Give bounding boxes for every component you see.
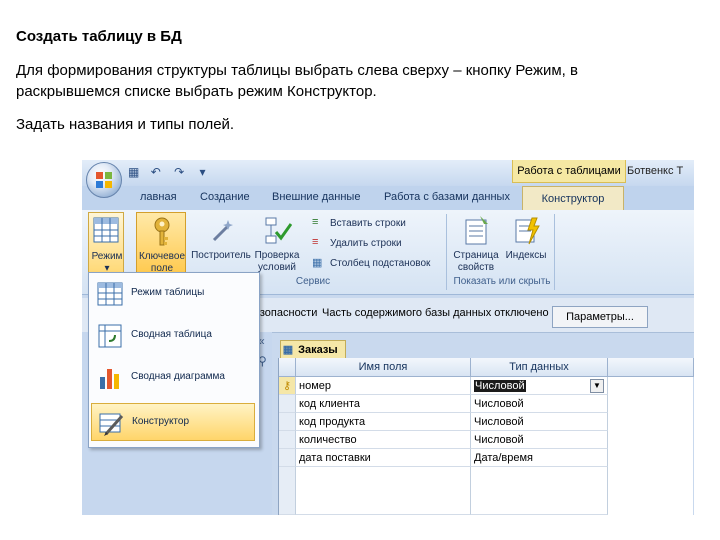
tab-design[interactable]: Конструктор [522, 186, 624, 211]
property-sheet-icon [465, 216, 488, 245]
view-mode-menu: Режим таблицы Сводная таблица Сводная ди… [88, 272, 260, 448]
access-screenshot: ▦ ↶ ↷ ▾ Работа с таблицами Ботвенкс Т ла… [82, 160, 694, 515]
row-selector[interactable] [279, 413, 296, 431]
delete-rows-icon: ≡ [312, 236, 319, 248]
data-type-cell[interactable]: Числовой ▼ [471, 377, 608, 395]
property-sheet-label-2: свойств [457, 262, 495, 273]
pivot-table-icon [98, 324, 122, 348]
column-header-description [608, 358, 694, 377]
window-title-fragment: Ботвенкс Т [627, 165, 684, 177]
insert-rows-label: Вставить строки [330, 218, 406, 229]
row-selector-header [279, 358, 296, 377]
table-tab-label: Заказы [298, 344, 338, 356]
row-selector[interactable] [279, 449, 296, 467]
ribbon-separator [446, 214, 447, 290]
data-type-cell[interactable]: Числовой [471, 431, 608, 449]
data-type-cell-empty[interactable] [471, 467, 608, 515]
field-name-cell-empty[interactable] [296, 467, 471, 515]
data-type-cell[interactable]: Числовой [471, 395, 608, 413]
validation-label-2: условий [258, 262, 296, 273]
context-tab-group-label: Работа с таблицами [512, 160, 626, 183]
insert-rows-icon: ≡ [312, 216, 319, 228]
field-name-cell[interactable]: номер [296, 377, 471, 395]
pivot-chart-icon [100, 369, 119, 389]
property-sheet-label-1: Страница [453, 250, 499, 261]
redo-icon[interactable]: ↷ [174, 165, 184, 179]
datasheet-icon [93, 217, 119, 243]
row-selector[interactable] [279, 431, 296, 449]
property-sheet-button[interactable]: Страница свойств [452, 212, 500, 276]
chevron-down-icon[interactable]: ▼ [590, 379, 604, 393]
key-field-label-1: Ключевое [138, 251, 186, 262]
data-type-cell[interactable]: Дата/время [471, 449, 608, 467]
quick-access-toolbar: ▦ ↶ ↷ ▾ [128, 165, 206, 179]
column-header-field-name: Имя поля [296, 358, 471, 377]
indexes-label: Индексы [505, 250, 547, 261]
instruction-paragraph-2: Задать названия и типы полей. [16, 116, 235, 133]
security-message: Часть содержимого базы данных отключено [322, 307, 549, 319]
primary-key-icon[interactable]: ⚷ [279, 377, 296, 395]
data-type-selected: Числовой [474, 380, 526, 392]
office-button[interactable] [86, 162, 122, 198]
options-button[interactable]: Параметры... [552, 306, 648, 328]
key-icon [154, 217, 170, 246]
key-field-button[interactable]: Ключевое поле [136, 212, 186, 276]
tab-external-data[interactable]: Внешние данные [272, 191, 360, 203]
indexes-icon [515, 217, 540, 245]
ribbon-tabs: лавная Создание Внешние данные Работа с … [82, 186, 694, 211]
lookup-column-icon: ▦ [312, 257, 323, 269]
field-name-cell[interactable]: код клиента [296, 395, 471, 413]
mode-button-label: Режим [91, 251, 123, 262]
menu-item-datasheet-view[interactable]: Режим таблицы [91, 275, 255, 313]
tab-create[interactable]: Создание [200, 191, 250, 203]
wand-icon [212, 220, 233, 242]
menu-item-design-view[interactable]: Конструктор [91, 403, 255, 441]
delete-rows-label: Удалить строки [330, 238, 402, 249]
table-tab[interactable]: ▦ Заказы [280, 340, 346, 360]
row-selector[interactable] [279, 395, 296, 413]
save-icon[interactable]: ▦ [128, 165, 139, 179]
delete-rows-button[interactable]: ≡ Удалить строки [310, 236, 440, 252]
menu-item-pivot-chart[interactable]: Сводная диаграмма [91, 359, 255, 397]
mode-button[interactable]: Режим ▾ [88, 212, 124, 276]
undo-icon[interactable]: ↶ [151, 165, 161, 179]
validation-icon [265, 217, 292, 244]
builder-button[interactable]: Построитель [190, 212, 252, 276]
datasheet-icon [97, 282, 123, 306]
ribbon-separator-2 [554, 214, 555, 290]
tab-home[interactable]: лавная [140, 191, 177, 203]
field-name-cell[interactable]: количество [296, 431, 471, 449]
row-selector[interactable] [279, 467, 296, 515]
slide-title: Создать таблицу в БД [16, 28, 182, 45]
builder-label: Построитель [191, 250, 251, 261]
instruction-paragraph: Для формирования структуры таблицы выбра… [16, 62, 578, 100]
menu-item-label: Сводная таблица [131, 329, 212, 340]
menu-item-label: Сводная диаграмма [131, 371, 225, 382]
validation-label-1: Проверка [254, 250, 300, 261]
data-type-cell[interactable]: Числовой [471, 413, 608, 431]
design-grid: Имя поля Тип данных ⚷ номер код клиента … [278, 358, 694, 515]
insert-rows-button[interactable]: ≡ Вставить строки [310, 216, 440, 232]
menu-item-label: Конструктор [132, 416, 190, 427]
lookup-column-label: Столбец подстановок [330, 258, 431, 269]
group-label-show-hide: Показать или скрыть [453, 276, 551, 287]
table-icon: ▦ [282, 344, 294, 356]
menu-item-label: Режим таблицы [131, 287, 205, 298]
security-label-fragment: езопасности [254, 307, 318, 319]
indexes-button[interactable]: Индексы [502, 212, 550, 276]
tab-database-tools[interactable]: Работа с базами данных [384, 191, 510, 203]
field-name-cell[interactable]: код продукта [296, 413, 471, 431]
group-label-service: Сервис [295, 276, 331, 287]
customize-icon[interactable]: ▾ [200, 165, 206, 179]
lookup-column-button[interactable]: ▦ Столбец подстановок [310, 256, 450, 272]
column-header-data-type: Тип данных [471, 358, 608, 377]
field-name-cell[interactable]: дата поставки [296, 449, 471, 467]
design-view-icon [99, 413, 124, 436]
office-logo-icon [96, 172, 112, 188]
test-validation-button[interactable]: Проверка условий [254, 212, 300, 276]
menu-item-pivot-table[interactable]: Сводная таблица [91, 317, 255, 355]
